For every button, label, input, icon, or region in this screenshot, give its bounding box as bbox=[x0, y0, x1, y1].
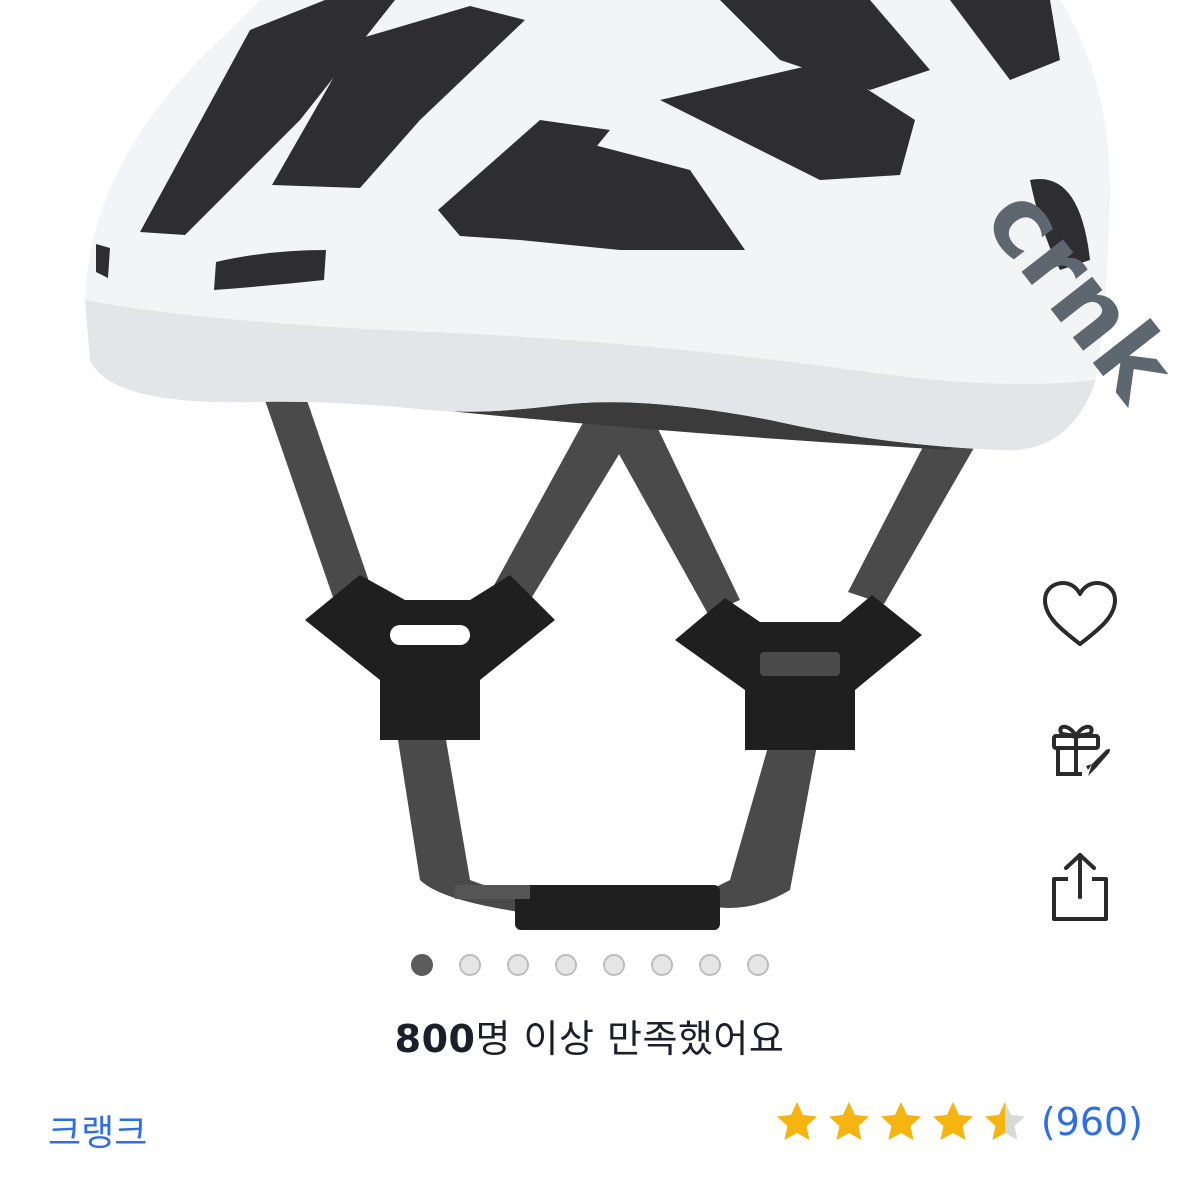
brand-link[interactable]: 크랭크 bbox=[48, 1104, 147, 1156]
satisfaction-count: 800 bbox=[394, 1017, 476, 1061]
product-image[interactable]: crnk bbox=[0, 0, 1179, 940]
star-icon bbox=[776, 1102, 817, 1140]
carousel-dot[interactable] bbox=[746, 954, 769, 976]
gift-button[interactable] bbox=[1030, 705, 1130, 795]
star-icon bbox=[880, 1102, 921, 1140]
carousel-dot[interactable] bbox=[698, 954, 721, 976]
gift-rocket-icon bbox=[1052, 724, 1110, 776]
wishlist-button[interactable] bbox=[1030, 570, 1130, 660]
carousel-dot[interactable] bbox=[602, 954, 625, 976]
carousel-dot[interactable] bbox=[458, 954, 481, 976]
share-icon bbox=[1052, 853, 1108, 921]
satisfaction-label: 명 이상 만족했어요 bbox=[475, 1017, 785, 1061]
review-count[interactable]: (960) bbox=[1041, 1100, 1143, 1144]
helmet-illustration: crnk bbox=[85, 0, 1179, 930]
rating-stars bbox=[767, 1100, 1027, 1144]
star-icon bbox=[828, 1102, 869, 1140]
carousel-pagination bbox=[0, 952, 1179, 978]
satisfaction-text: 800명 이상 만족했어요 bbox=[0, 1008, 1179, 1063]
heart-icon bbox=[1043, 581, 1117, 646]
carousel-dot[interactable] bbox=[650, 954, 673, 976]
share-button[interactable] bbox=[1030, 842, 1130, 932]
carousel-dot[interactable] bbox=[554, 954, 577, 976]
rating[interactable]: (960) bbox=[767, 1100, 1143, 1144]
star-icon bbox=[984, 1102, 1025, 1140]
star-icon bbox=[932, 1102, 973, 1140]
carousel-dot[interactable] bbox=[410, 954, 433, 976]
carousel-dot[interactable] bbox=[506, 954, 529, 976]
